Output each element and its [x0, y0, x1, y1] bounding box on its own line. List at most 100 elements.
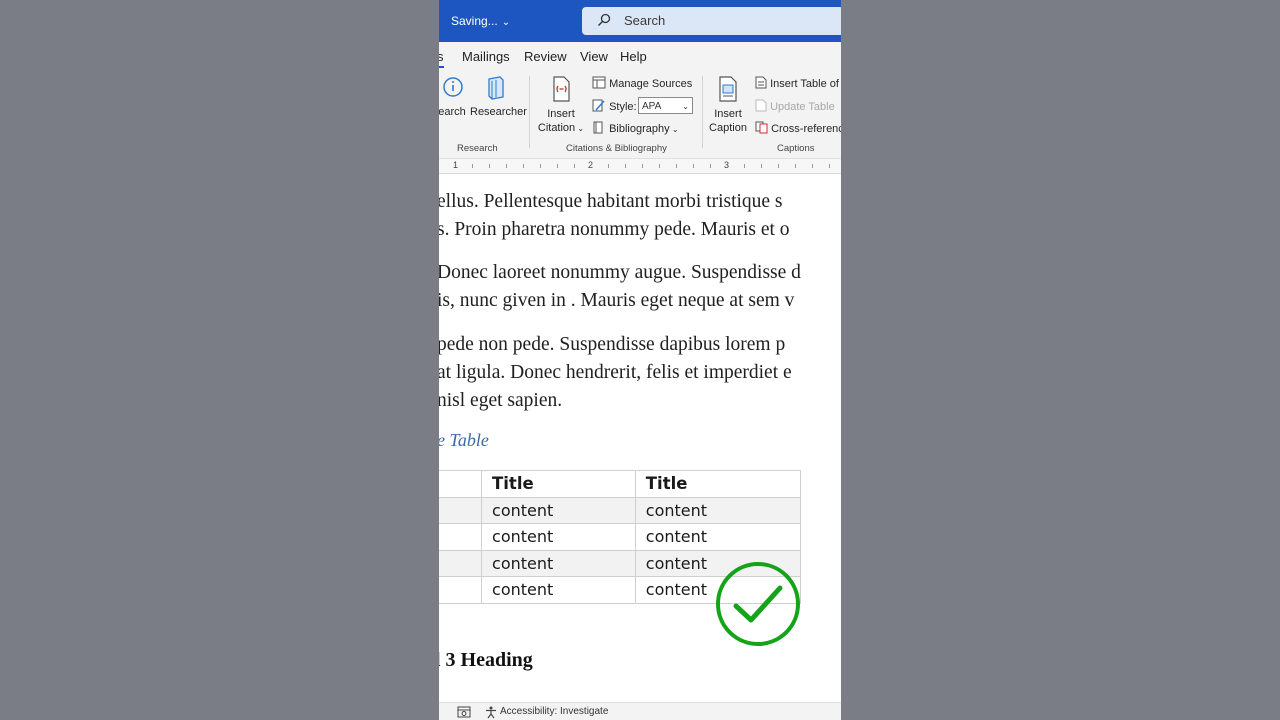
paragraph[interactable]: pede non pede. Suspendisse dapibus lorem…: [439, 331, 792, 415]
ruler-tick: [778, 164, 779, 168]
text-line: s. Proin pharetra nonummy pede. Mauris e…: [439, 219, 790, 240]
text-line: at ligula. Donec hendrerit, felis et imp…: [439, 362, 792, 383]
table-cell[interactable]: content: [481, 549, 636, 577]
paragraph[interactable]: Donec laoreet nonummy augue. Suspendisse…: [439, 259, 801, 315]
ruler-tick: [557, 164, 558, 168]
table-cell[interactable]: [439, 496, 483, 524]
bibliography-button[interactable]: Bibliography ⌄: [592, 121, 679, 137]
text-line: ellus. Pellentesque habitant morbi trist…: [439, 191, 783, 212]
manage-sources-button[interactable]: Manage Sources: [592, 76, 692, 91]
search-button[interactable]: earch: [439, 75, 467, 119]
paragraph[interactable]: ellus. Pellentesque habitant morbi trist…: [439, 188, 790, 244]
save-status-label: Saving...: [451, 14, 498, 28]
ruler-tick: [523, 164, 524, 168]
table-cell[interactable]: content: [481, 496, 636, 524]
manage-sources-icon: [592, 76, 606, 89]
search-icon: [598, 13, 611, 26]
ruler-tick: [608, 164, 609, 168]
insert-citation-label-2: Citation: [537, 122, 576, 134]
ruler-tick: [540, 164, 541, 168]
page-view-icon[interactable]: [457, 706, 471, 718]
text-line: is, nunc given in . Mauris eget neque at…: [439, 290, 795, 311]
table-cell[interactable]: [439, 523, 483, 551]
accessibility-icon[interactable]: [484, 706, 498, 719]
tab-review[interactable]: Review: [524, 49, 567, 64]
style-label-group: Style:: [592, 99, 637, 114]
update-table-label: Update Table: [770, 101, 835, 113]
bibliography-icon: [593, 121, 603, 134]
horizontal-ruler[interactable]: 1 2 3: [439, 159, 841, 174]
chevron-down-icon: ⌄: [575, 124, 585, 133]
update-table-icon: [755, 99, 767, 112]
text-line: pede non pede. Suspendisse dapibus lorem…: [439, 334, 786, 355]
table-cell[interactable]: content: [634, 523, 802, 551]
tab-references[interactable]: s: [439, 49, 444, 68]
tab-help[interactable]: Help: [620, 49, 647, 64]
researcher-label: Researcher: [470, 106, 527, 118]
save-status[interactable]: Saving... ⌄: [451, 14, 510, 28]
ribbon-tabs: s Mailings Review View Help: [439, 42, 841, 70]
captions-group-label: Captions: [777, 143, 815, 154]
table-row: content content: [439, 523, 802, 551]
insert-citation-icon: [553, 76, 570, 102]
insert-table-of-figures-button[interactable]: Insert Table of F: [755, 76, 841, 91]
cross-reference-icon: [755, 121, 768, 134]
text-line: nisl eget sapien.: [439, 390, 563, 411]
table-header-cell[interactable]: [439, 470, 483, 498]
info-search-icon: [443, 77, 463, 97]
status-bar: Accessibility: Investigate: [439, 702, 841, 720]
ruler-mark: 1: [453, 160, 459, 170]
ribbon: earch Researcher Research Insert Citatio…: [439, 70, 841, 159]
ruler-tick: [472, 164, 473, 168]
search-box[interactable]: Search: [582, 7, 841, 35]
group-divider: [702, 76, 703, 148]
ruler-tick: [812, 164, 813, 168]
ruler-tick: [574, 164, 575, 168]
table-header-row: Title Title: [439, 470, 802, 498]
ruler-mark: 2: [588, 160, 594, 170]
accessibility-status[interactable]: Accessibility: Investigate: [500, 706, 608, 717]
ruler-mark: 3: [724, 160, 730, 170]
style-label: Style:: [609, 101, 637, 113]
search-button-label: earch: [439, 106, 466, 118]
insert-caption-label-1: Insert: [714, 108, 742, 120]
insert-table-of-figures-label: Insert Table of F: [770, 78, 841, 90]
chevron-down-icon: ⌄: [501, 17, 511, 28]
heading-3[interactable]: l 3 Heading: [439, 649, 533, 672]
ruler-tick: [489, 164, 490, 168]
ruler-tick: [761, 164, 762, 168]
checkmark-icon: [716, 562, 800, 646]
style-dropdown[interactable]: APA ⌄: [638, 97, 693, 114]
style-icon: [592, 99, 605, 112]
ruler-tick: [744, 164, 745, 168]
researcher-button[interactable]: Researcher: [470, 75, 527, 119]
table-row: content content: [439, 496, 802, 524]
research-group-label: Research: [457, 143, 498, 154]
researcher-icon: [488, 76, 504, 100]
tab-view[interactable]: View: [580, 49, 608, 64]
insert-caption-icon: [719, 76, 737, 102]
insert-citation-button[interactable]: Insert Citation ⌄: [535, 75, 587, 136]
ruler-tick: [693, 164, 694, 168]
insert-caption-button[interactable]: Insert Caption: [707, 75, 749, 135]
table-cell[interactable]: [439, 576, 483, 604]
cross-reference-button[interactable]: Cross-reference: [755, 121, 841, 136]
table-cell[interactable]: content: [481, 576, 636, 604]
table-caption[interactable]: e Table: [439, 430, 489, 451]
ruler-tick: [710, 164, 711, 168]
table-cell[interactable]: content: [481, 523, 636, 551]
ruler-tick: [659, 164, 660, 168]
tab-mailings[interactable]: Mailings: [462, 49, 510, 64]
citations-group-label: Citations & Bibliography: [566, 143, 667, 154]
table-cell[interactable]: content: [634, 496, 802, 524]
table-header-cell[interactable]: Title: [634, 470, 802, 498]
ruler-tick: [676, 164, 677, 168]
update-table-button[interactable]: Update Table: [755, 99, 835, 114]
table-header-cell[interactable]: Title: [481, 470, 636, 498]
ruler-tick: [642, 164, 643, 168]
group-divider: [529, 76, 530, 148]
word-window: Saving... ⌄ Search s Mailings Review View…: [439, 0, 841, 720]
table-cell[interactable]: [439, 549, 483, 577]
ruler-tick: [506, 164, 507, 168]
insert-caption-label-2: Caption: [709, 122, 747, 134]
